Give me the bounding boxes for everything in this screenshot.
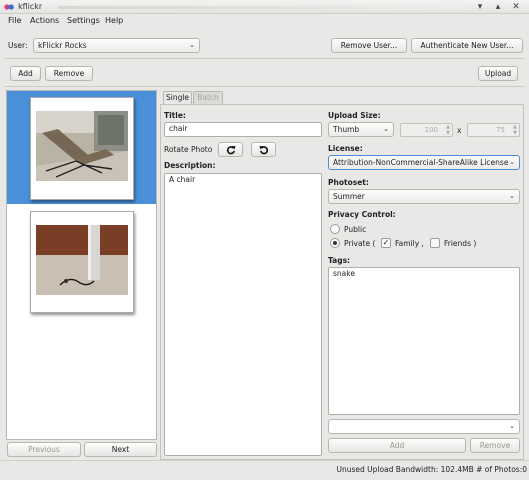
remove-user-button[interactable]: Remove User... [331, 38, 407, 53]
close-icon[interactable]: ✕ [510, 1, 522, 13]
upload-size-select[interactable]: Thumb ⌄ [328, 122, 394, 137]
add-button[interactable]: Add [10, 66, 41, 81]
tags-list[interactable]: snake [328, 267, 520, 415]
width-value: 100 [424, 126, 438, 134]
photo-thumbnail-room[interactable] [30, 211, 134, 313]
private-label: Private ( [344, 239, 376, 248]
photo-thumbnail-chair[interactable] [30, 97, 134, 200]
times-label: x [457, 126, 462, 135]
remove-button[interactable]: Remove [45, 66, 93, 81]
spin-arrows-icon: ▲ ▼ [513, 124, 517, 136]
menu-file[interactable]: File [8, 16, 21, 25]
tag-remove-button[interactable]: Remove [470, 438, 520, 453]
authenticate-user-button[interactable]: Authenticate New User... [411, 38, 523, 53]
private-radio[interactable] [330, 238, 340, 248]
photoset-select[interactable]: Summer ⌄ [328, 189, 520, 204]
tag-input-select[interactable]: ⌄ [328, 419, 520, 434]
description-label: Description: [164, 161, 216, 170]
floor-with-pillar-photo [36, 225, 128, 295]
family-checkbox[interactable]: ✓ [381, 238, 391, 248]
rotate-clockwise-button[interactable] [218, 142, 243, 157]
status-text: Unused Upload Bandwidth: 102.4MB # of Ph… [336, 465, 527, 474]
user-label: User: [8, 41, 28, 50]
photoset-value: Summer [333, 192, 365, 201]
separator [4, 58, 525, 59]
menu-actions[interactable]: Actions [30, 16, 59, 25]
height-spinbox[interactable]: 75 ▲ ▼ [467, 123, 520, 137]
rotate-clockwise-icon [226, 146, 236, 155]
title-label: Title: [164, 111, 186, 120]
chevron-down-icon: ⌄ [383, 125, 389, 133]
minimize-icon[interactable]: ▾ [474, 1, 486, 13]
chevron-down-icon: ⌄ [189, 41, 195, 49]
window-title: kflickr [18, 2, 43, 11]
friends-checkbox[interactable] [430, 238, 440, 248]
upload-button[interactable]: Upload [478, 66, 518, 81]
user-select-value: kFlickr Rocks [38, 41, 87, 50]
kflickr-app-icon [4, 4, 14, 10]
family-label: Family , [395, 239, 424, 248]
menu-help[interactable]: Help [105, 16, 123, 25]
tag-add-button[interactable]: Add [328, 438, 466, 453]
tab-single[interactable]: Single [163, 91, 192, 104]
public-radio[interactable] [330, 224, 340, 234]
tab-batch[interactable]: Batch [193, 91, 223, 104]
spin-arrows-icon: ▲ ▼ [446, 124, 450, 136]
menu-settings[interactable]: Settings [67, 16, 100, 25]
rotate-counterclockwise-button[interactable] [251, 142, 276, 157]
license-select[interactable]: Attribution-NonCommercial-ShareAlike Lic… [328, 155, 520, 170]
license-label: License: [328, 144, 363, 153]
user-select[interactable]: kFlickr Rocks ⌄ [33, 38, 200, 53]
folding-chair-photo [36, 111, 128, 181]
maximize-icon[interactable]: ▴ [492, 1, 504, 13]
photoset-label: Photoset: [328, 178, 369, 187]
public-label: Public [344, 225, 367, 234]
next-button[interactable]: Next [84, 442, 157, 457]
title-bar-fill [58, 6, 468, 9]
friends-label: Friends ) [444, 239, 477, 248]
upload-size-value: Thumb [333, 125, 360, 134]
height-value: 75 [496, 126, 505, 134]
description-field[interactable]: A chair [164, 173, 322, 456]
rotate-photo-label: Rotate Photo [164, 145, 213, 154]
width-spinbox[interactable]: 100 ▲ ▼ [400, 123, 453, 137]
chevron-down-icon: ⌄ [509, 192, 515, 200]
separator [4, 86, 525, 87]
license-value: Attribution-NonCommercial-ShareAlike Lic… [333, 158, 509, 167]
privacy-control-label: Privacy Control: [328, 210, 396, 219]
previous-button[interactable]: Previous [7, 442, 81, 457]
chevron-down-icon: ⌄ [509, 158, 515, 166]
rotate-counterclockwise-icon [258, 146, 268, 155]
tags-label: Tags: [328, 256, 351, 265]
tag-item[interactable]: snake [333, 269, 355, 278]
title-field[interactable]: chair [164, 122, 322, 137]
chevron-down-icon: ⌄ [509, 422, 515, 430]
upload-size-label: Upload Size: [328, 111, 381, 120]
